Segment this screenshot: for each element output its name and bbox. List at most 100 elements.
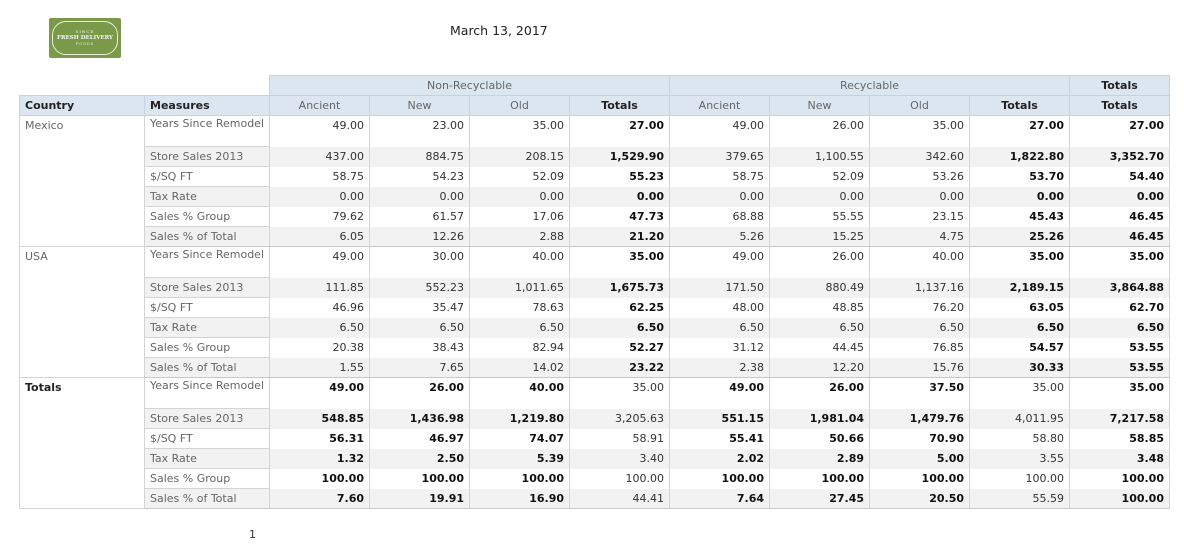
value-cell: 58.75 [669, 166, 770, 187]
value-cell: 26.00 [769, 115, 870, 147]
measure-cell: Sales % of Total [144, 488, 270, 509]
value-cell: 56.31 [269, 428, 370, 449]
value-cell: 15.25 [769, 226, 870, 247]
value-cell: 6.50 [469, 317, 570, 338]
value-cell: 3,352.70 [1069, 146, 1170, 167]
table-row: Sales % of Total 6.05 12.26 2.88 21.20 5.26 15… [20, 226, 1170, 247]
value-cell: 23.00 [369, 115, 470, 147]
table-row: Sales % Group 100.00 100.00 100.00 100.00 100… [20, 468, 1170, 489]
table-row: Sales % of Total 7.60 19.91 16.90 44.41 7.64 2… [20, 488, 1170, 509]
column-header: Ancient [269, 95, 370, 116]
value-cell: 35.00 [469, 115, 570, 147]
value-cell: 40.00 [469, 246, 570, 278]
column-header: Totals [569, 95, 670, 116]
value-cell: 6.50 [869, 317, 970, 338]
measure-cell: Store Sales 2013 [144, 277, 270, 298]
header-non-recyclable: Non-Recyclable [269, 75, 670, 96]
header-measures: Measures [144, 95, 270, 116]
value-cell: 2.50 [369, 448, 470, 469]
measure-cell: Tax Rate [144, 448, 270, 469]
measure-cell: Sales % Group [144, 468, 270, 489]
value-cell: 58.75 [269, 166, 370, 187]
value-cell: 2.02 [669, 448, 770, 469]
value-cell: 7.64 [669, 488, 770, 509]
value-cell: 53.70 [969, 166, 1070, 187]
logo-text-bottom: FOODS [75, 42, 95, 46]
value-cell: 61.57 [369, 206, 470, 227]
value-cell: 1,011.65 [469, 277, 570, 298]
value-cell: 25.26 [969, 226, 1070, 247]
value-cell: 55.55 [769, 206, 870, 227]
value-cell: 46.45 [1069, 226, 1170, 247]
logo-text-top: SINCE [75, 28, 95, 34]
country-cell: Mexico [19, 115, 145, 247]
value-cell: 2.88 [469, 226, 570, 247]
value-cell: 100.00 [769, 468, 870, 489]
value-cell: 5.00 [869, 448, 970, 469]
value-cell: 35.00 [869, 115, 970, 147]
value-cell: 27.00 [969, 115, 1070, 147]
value-cell: 0.00 [969, 186, 1070, 207]
value-cell: 20.38 [269, 337, 370, 358]
header-row-groups: Non-Recyclable Recyclable Totals [20, 75, 1170, 96]
measure-cell: Sales % Group [144, 337, 270, 358]
value-cell: 0.00 [369, 186, 470, 207]
value-cell: 38.43 [369, 337, 470, 358]
value-cell: 111.85 [269, 277, 370, 298]
value-cell: 1,479.76 [869, 408, 970, 429]
value-cell: 3,864.88 [1069, 277, 1170, 298]
value-cell: 68.88 [669, 206, 770, 227]
value-cell: 100.00 [269, 468, 370, 489]
value-cell: 40.00 [869, 246, 970, 278]
header-spacer [144, 75, 270, 96]
value-cell: 3.55 [969, 448, 1070, 469]
column-header: Old [869, 95, 970, 116]
value-cell: 15.76 [869, 357, 970, 378]
measure-cell: Sales % Group [144, 206, 270, 227]
value-cell: 100.00 [1069, 468, 1170, 489]
value-cell: 55.59 [969, 488, 1070, 509]
value-cell: 23.15 [869, 206, 970, 227]
value-cell: 53.55 [1069, 357, 1170, 378]
value-cell: 1,675.73 [569, 277, 670, 298]
value-cell: 48.00 [669, 297, 770, 318]
table-row: Store Sales 2013 437.00 884.75 208.15 1,529.… [20, 146, 1170, 167]
column-header: Old [469, 95, 570, 116]
value-cell: 20.50 [869, 488, 970, 509]
value-cell: 52.09 [769, 166, 870, 187]
value-cell: 548.85 [269, 408, 370, 429]
value-cell: 880.49 [769, 277, 870, 298]
table-row: $/SQ FT 56.31 46.97 74.07 58.91 55.41 50.66 70.… [20, 428, 1170, 449]
header-spacer [20, 76, 145, 96]
value-cell: 1.32 [269, 448, 370, 469]
value-cell: 0.00 [869, 186, 970, 207]
value-cell: 17.06 [469, 206, 570, 227]
table-row: Tax Rate 0.00 0.00 0.00 0.00 0.00 0.00 0.00 0.00… [20, 186, 1170, 207]
value-cell: 44.45 [769, 337, 870, 358]
table-row: Sales % of Total 1.55 7.65 14.02 23.22 2.38 12… [20, 357, 1170, 378]
value-cell: 35.00 [969, 246, 1070, 278]
measure-cell: $/SQ FT [144, 428, 270, 449]
value-cell: 79.62 [269, 206, 370, 227]
value-cell: 2.38 [669, 357, 770, 378]
table-row: $/SQ FT 46.96 35.47 78.63 62.25 48.00 48.85 76.… [20, 297, 1170, 318]
value-cell: 53.26 [869, 166, 970, 187]
value-cell: 884.75 [369, 146, 470, 167]
value-cell: 100.00 [669, 468, 770, 489]
value-cell: 1,100.55 [769, 146, 870, 167]
value-cell: 27.00 [1069, 115, 1170, 147]
value-cell: 208.15 [469, 146, 570, 167]
value-cell: 54.23 [369, 166, 470, 187]
value-cell: 26.00 [369, 377, 470, 409]
value-cell: 0.00 [569, 186, 670, 207]
value-cell: 6.50 [569, 317, 670, 338]
value-cell: 55.23 [569, 166, 670, 187]
page-number: 1 [249, 528, 256, 541]
pivot-body: Mexico Years Since Remodel 49.00 23.00 35.00… [19, 115, 1170, 509]
measure-cell: Tax Rate [144, 317, 270, 338]
value-cell: 78.63 [469, 297, 570, 318]
value-cell: 100.00 [869, 468, 970, 489]
value-cell: 0.00 [469, 186, 570, 207]
table-row: Sales % Group 20.38 38.43 82.94 52.27 31.12 44… [20, 337, 1170, 358]
value-cell: 3,205.63 [569, 408, 670, 429]
